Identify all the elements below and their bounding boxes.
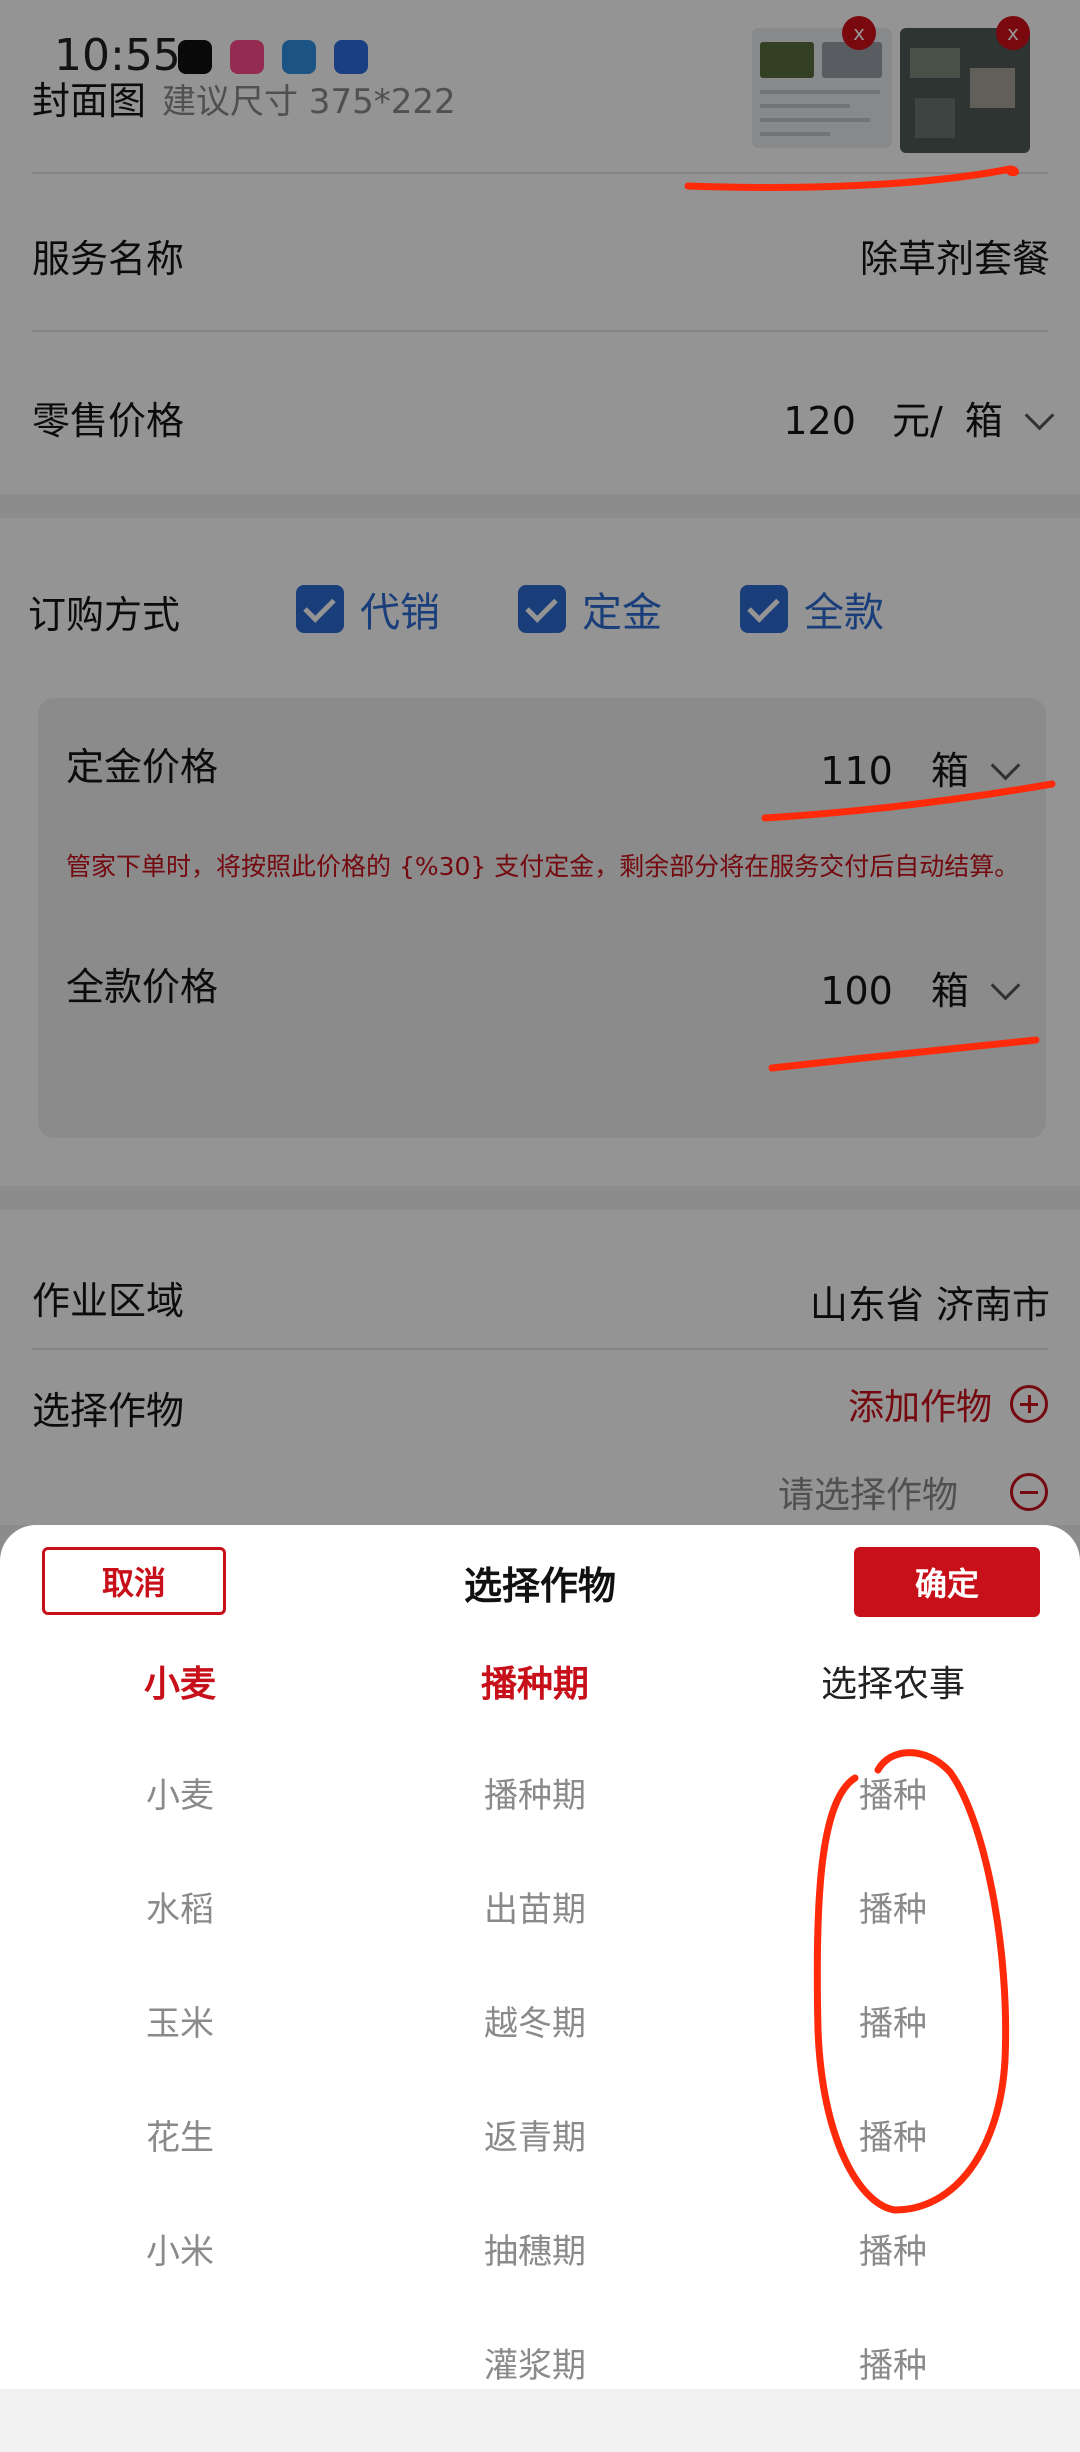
farm-task-column[interactable]: 播种 播种 播种 播种 播种 播种	[713, 1768, 1073, 2452]
picker-option[interactable]: 水稻	[0, 1882, 360, 1996]
picker-option[interactable]: 返青期	[355, 2110, 715, 2224]
picker-option[interactable]: 抽穗期	[355, 2224, 715, 2338]
crop-column[interactable]: 小麦 水稻 玉米 花生 小米	[0, 1768, 360, 2338]
picker-option[interactable]: 播种	[713, 1768, 1073, 1882]
confirm-button[interactable]: 确定	[854, 1547, 1040, 1617]
crop-picker-sheet: 取消 选择作物 确定 小麦 播种期 选择农事 小麦 水稻 玉米 花生 小米 播种…	[0, 1525, 1080, 2389]
picker-option[interactable]: 播种	[713, 1882, 1073, 1996]
picker-option[interactable]: 播种	[713, 2338, 1073, 2452]
growth-stage-column[interactable]: 播种期 出苗期 越冬期 返青期 抽穗期 灌浆期	[355, 1768, 715, 2452]
farm-task-column-header[interactable]: 选择农事	[713, 1655, 1073, 1707]
picker-option[interactable]: 播种期	[355, 1768, 715, 1882]
picker-option[interactable]: 播种	[713, 2224, 1073, 2338]
picker-option[interactable]: 越冬期	[355, 1996, 715, 2110]
picker-option[interactable]: 灌浆期	[355, 2338, 715, 2452]
picker-option[interactable]: 玉米	[0, 1996, 360, 2110]
picker-option[interactable]: 小麦	[0, 1768, 360, 1882]
crop-column-selected[interactable]: 小麦	[0, 1655, 360, 1707]
stage-column-selected[interactable]: 播种期	[355, 1655, 715, 1707]
picker-option[interactable]: 播种	[713, 1996, 1073, 2110]
picker-option[interactable]: 出苗期	[355, 1882, 715, 1996]
picker-option[interactable]: 播种	[713, 2110, 1073, 2224]
picker-option[interactable]: 花生	[0, 2110, 360, 2224]
picker-option[interactable]: 小米	[0, 2224, 360, 2338]
